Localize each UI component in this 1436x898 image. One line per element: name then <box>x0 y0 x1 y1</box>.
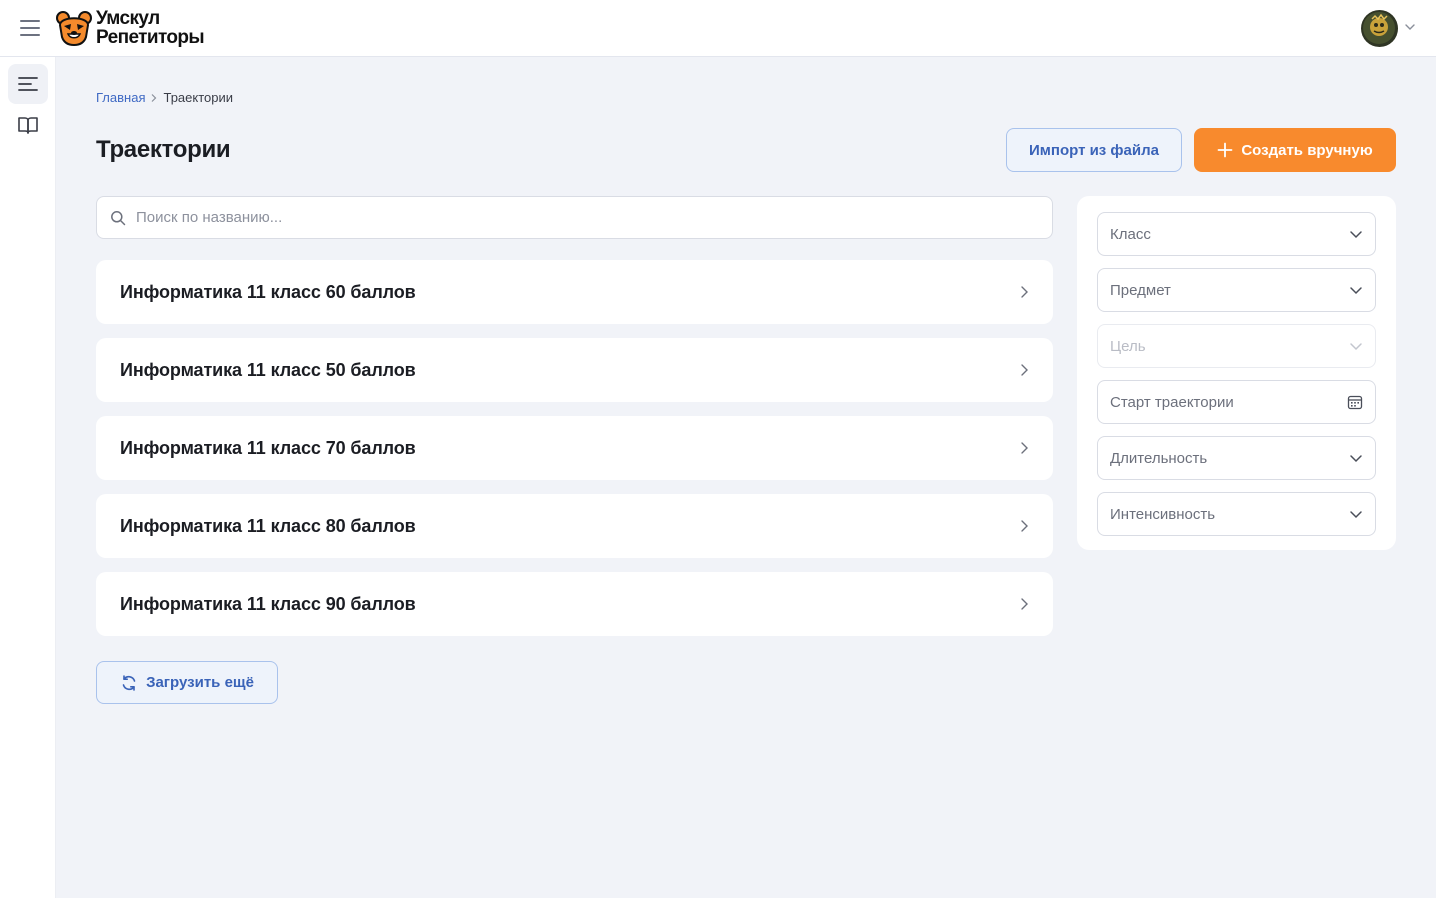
chevron-right-icon <box>1021 442 1028 454</box>
refresh-icon <box>120 674 138 692</box>
search-input[interactable] <box>136 209 1016 226</box>
chevron-right-icon <box>1021 286 1028 298</box>
list-item-title: Информатика 11 класс 80 баллов <box>120 515 416 536</box>
bear-logo-icon <box>56 11 92 47</box>
list-item[interactable]: Информатика 11 класс 80 баллов <box>96 494 1053 558</box>
trajectory-list: Информатика 11 класс 60 баллов Информати… <box>96 260 1053 650</box>
breadcrumb-home-link[interactable]: Главная <box>96 90 145 105</box>
logo-text: Умскул Репетиторы <box>96 8 205 48</box>
top-bar: Умскул Репетиторы <box>0 0 1436 57</box>
list-item[interactable]: Информатика 11 класс 90 баллов <box>96 572 1053 636</box>
grade-select-label: Класс <box>1110 225 1151 243</box>
page-title: Траектории <box>96 136 231 163</box>
logo[interactable]: Умскул Репетиторы <box>55 8 205 48</box>
chevron-down-icon[interactable] <box>1404 22 1416 32</box>
list-item[interactable]: Информатика 11 класс 60 баллов <box>96 260 1053 324</box>
sidebar <box>0 57 56 898</box>
chevron-right-icon <box>1021 598 1028 610</box>
list-item-title: Информатика 11 класс 90 баллов <box>120 593 416 614</box>
grade-select[interactable]: Класс <box>1097 212 1376 256</box>
start-date-picker[interactable]: Старт траектории <box>1097 380 1376 424</box>
search-icon <box>111 210 126 225</box>
intensity-select[interactable]: Интенсивность <box>1097 492 1376 536</box>
chevron-down-icon <box>1350 343 1362 351</box>
subject-select[interactable]: Предмет <box>1097 268 1376 312</box>
book-icon <box>18 117 38 134</box>
list-item[interactable]: Информатика 11 класс 70 баллов <box>96 416 1053 480</box>
chevron-down-icon <box>1350 511 1362 519</box>
load-more-label: Загрузить ещё <box>146 674 254 691</box>
plus-icon <box>1217 142 1233 158</box>
create-manually-label: Создать вручную <box>1241 141 1373 159</box>
breadcrumb-current: Траектории <box>163 90 234 105</box>
duration-select[interactable]: Длительность <box>1097 436 1376 480</box>
goal-select: Цель <box>1097 324 1376 368</box>
sidebar-item-list[interactable] <box>8 64 48 104</box>
list-icon <box>18 77 38 91</box>
calendar-icon[interactable] <box>1347 394 1363 410</box>
load-more-button[interactable]: Загрузить ещё <box>96 661 278 704</box>
list-item-title: Информатика 11 класс 50 баллов <box>120 359 416 380</box>
intensity-select-label: Интенсивность <box>1110 505 1216 523</box>
logo-line-2: Репетиторы <box>96 27 205 48</box>
avatar[interactable] <box>1361 10 1398 47</box>
subject-select-label: Предмет <box>1110 281 1171 299</box>
user-avatar-icon <box>1361 10 1398 47</box>
sidebar-item-library[interactable] <box>8 105 48 145</box>
search-field <box>96 196 1053 239</box>
duration-select-label: Длительность <box>1110 449 1208 467</box>
chevron-down-icon <box>1350 231 1362 239</box>
menu-icon[interactable] <box>20 20 40 36</box>
goal-select-label: Цель <box>1110 337 1146 355</box>
chevron-down-icon <box>1350 287 1362 295</box>
chevron-right-icon <box>1021 364 1028 376</box>
logo-line-1: Умскул <box>96 8 160 29</box>
chevron-right-icon <box>1021 520 1028 532</box>
import-file-button[interactable]: Импорт из файла <box>1006 128 1182 172</box>
chevron-right-icon <box>150 93 158 103</box>
chevron-down-icon <box>1350 455 1362 463</box>
list-item-title: Информатика 11 класс 70 баллов <box>120 437 416 458</box>
filters-panel: Класс Предмет Цель Старт траектории Длит… <box>1077 196 1396 550</box>
list-item[interactable]: Информатика 11 класс 50 баллов <box>96 338 1053 402</box>
breadcrumb: Главная Траектории <box>96 90 233 105</box>
start-date-label: Старт траектории <box>1110 393 1234 411</box>
list-item-title: Информатика 11 класс 60 баллов <box>120 281 416 302</box>
create-manually-button[interactable]: Создать вручную <box>1194 128 1396 172</box>
